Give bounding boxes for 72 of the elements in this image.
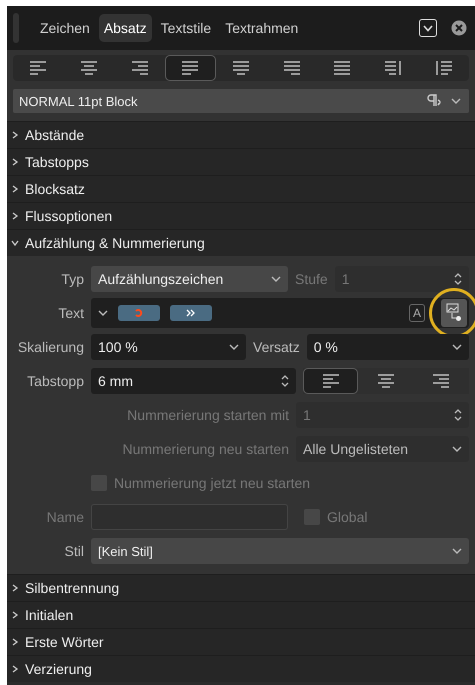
- collapsed-caret-icon: [11, 665, 19, 673]
- tab-stop-field[interactable]: 6 mm: [91, 368, 296, 394]
- left-align-icon: [322, 374, 339, 388]
- justify-right-align-icon: [284, 61, 300, 75]
- panel-tab[interactable]: Zeichen: [35, 14, 95, 42]
- justify-all-align-icon: [334, 61, 350, 75]
- expanded-caret-icon: [11, 239, 19, 247]
- field-label: Nummerierung neu starten: [121, 441, 289, 457]
- glyph-button[interactable]: A: [408, 304, 425, 322]
- field-label: Tabstopp: [26, 373, 84, 389]
- section-header[interactable]: Verzierung: [7, 655, 475, 682]
- offset-dropdown[interactable]: 0 %: [306, 334, 469, 360]
- chevron-icon: [98, 310, 108, 316]
- collapsed-caret-icon: [11, 638, 19, 646]
- field-label: Nummerierung starten mit: [126, 407, 289, 423]
- chevron-icon: [452, 548, 462, 554]
- field-label: Name: [46, 509, 84, 525]
- center-align-icon: [378, 374, 394, 388]
- collapsed-caret-icon: [11, 611, 19, 619]
- collapsed-caret-icon: [11, 131, 19, 139]
- section-header[interactable]: Blocksatz: [7, 175, 475, 202]
- bullet-text-field[interactable]: A: [91, 298, 469, 328]
- panel-tab[interactable]: Absatz: [98, 14, 152, 42]
- section-header[interactable]: Silbentrennung: [7, 574, 475, 601]
- justify-center-align-icon: [233, 61, 250, 75]
- field-label: Versatz: [253, 339, 300, 355]
- spinner-icon[interactable]: [281, 374, 289, 388]
- paragraph-style-dropdown[interactable]: NORMAL 11pt Block: [13, 89, 469, 113]
- section-header[interactable]: Abstände: [7, 121, 475, 148]
- image-bullet-button[interactable]: [441, 299, 467, 327]
- away-spine-align-icon: [436, 61, 452, 75]
- section-header[interactable]: Initialen: [7, 601, 475, 628]
- left-align-icon: [30, 61, 46, 75]
- swirl-icon: [134, 309, 144, 317]
- image-icon: [446, 303, 462, 323]
- scaling-dropdown[interactable]: 100 %: [91, 334, 246, 360]
- field-label: Skalierung: [16, 339, 84, 355]
- section-header[interactable]: Aufzählung & Nummerierung: [7, 229, 475, 256]
- checkbox-label: Global: [327, 509, 368, 525]
- collapsed-caret-icon: [11, 185, 19, 193]
- field-label: Text: [57, 305, 84, 321]
- chevron-icon: [271, 276, 281, 282]
- panel-tab[interactable]: Textrahmen: [220, 14, 304, 42]
- chevron-icon: [451, 98, 461, 104]
- right-align-icon: [132, 61, 148, 75]
- towards-spine-align-icon: [385, 61, 402, 75]
- field-label: Typ: [60, 271, 84, 287]
- pilcrow-icon: [427, 94, 443, 108]
- checkbox-label: Nummerierung jetzt neu starten: [114, 475, 310, 491]
- close-icon[interactable]: [451, 20, 467, 36]
- center-align-icon: [81, 61, 97, 75]
- panel-tab[interactable]: Textstile: [156, 14, 216, 42]
- chevron-icon: [229, 344, 239, 350]
- collapsed-caret-icon: [11, 212, 19, 220]
- tab-align-button[interactable]: [303, 368, 358, 394]
- align-button[interactable]: [165, 55, 216, 81]
- chevron-icon: [423, 24, 433, 32]
- section-header[interactable]: Erste Wörter: [7, 628, 475, 655]
- field-label: Stufe: [295, 271, 328, 287]
- collapsed-caret-icon: [11, 158, 19, 166]
- style-dropdown[interactable]: [Kein Stil]: [91, 538, 469, 564]
- section-header[interactable]: Flussoptionen: [7, 202, 475, 229]
- collapsed-caret-icon: [11, 584, 19, 592]
- double-chevron-icon: [186, 309, 196, 317]
- chevron-icon: [452, 344, 462, 350]
- collapse-button[interactable]: [419, 19, 437, 37]
- field-label: Stil: [64, 543, 84, 559]
- type-dropdown[interactable]: Aufzählungszeichen: [91, 266, 288, 292]
- right-align-icon: [433, 374, 450, 388]
- justify-left-align-icon: [182, 61, 198, 75]
- chevron-icon: [452, 446, 462, 452]
- section-header[interactable]: Tabstopps: [7, 148, 475, 175]
